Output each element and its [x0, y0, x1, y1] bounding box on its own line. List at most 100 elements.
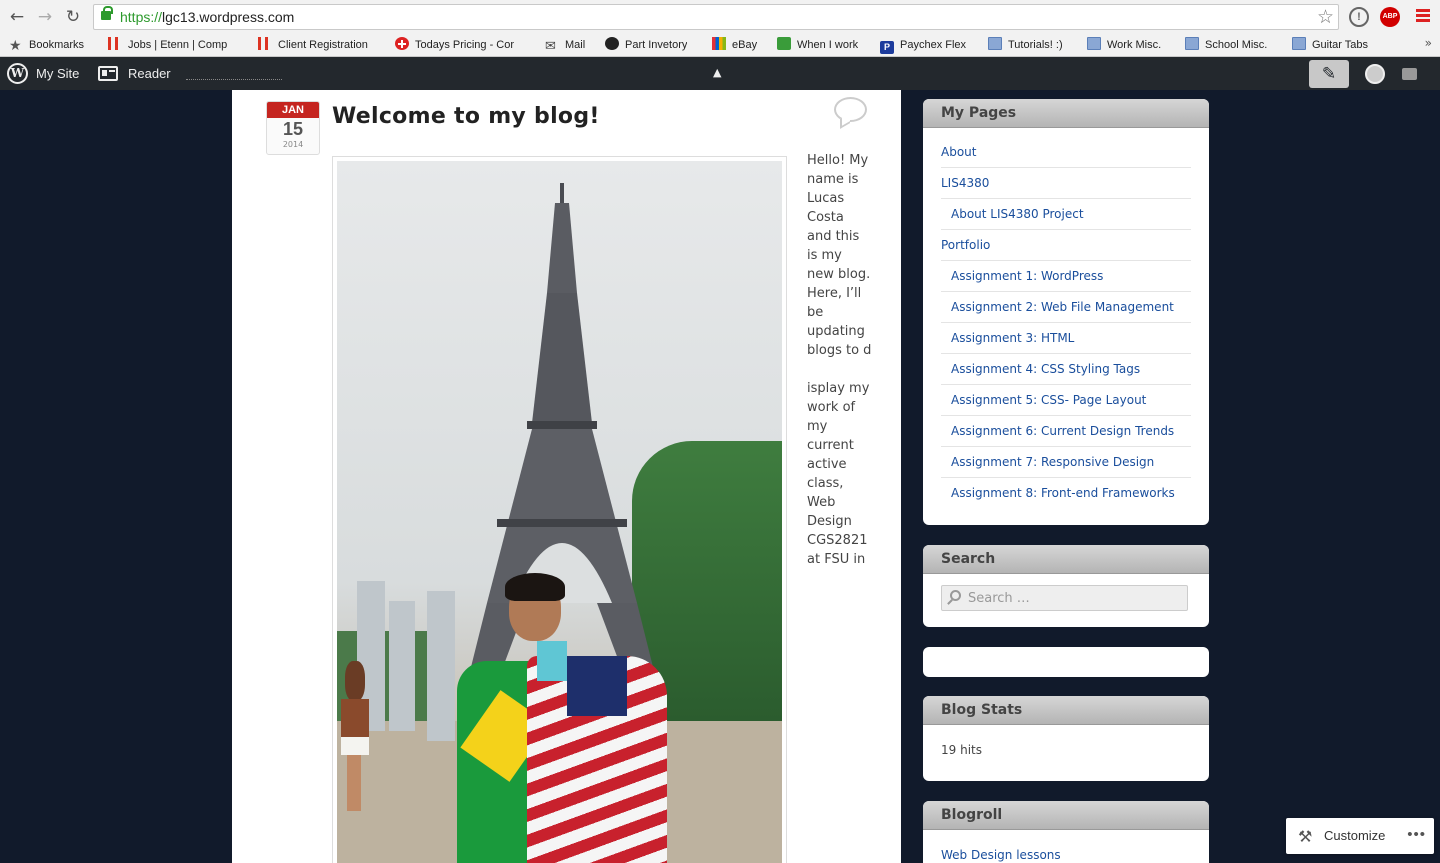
url-scheme: https://: [120, 9, 163, 25]
page-item: Assignment 7: Responsive Design: [941, 447, 1191, 478]
page-link-assignment-8[interactable]: Assignment 8: Front-end Frameworks: [951, 486, 1175, 500]
browser-toolbar: ← → ↻ https://lgc13.wordpress.com ☆ ! AB…: [0, 0, 1440, 34]
bookmark-part-inventory[interactable]: Part Invetory: [605, 37, 687, 54]
bookmark-folder-school[interactable]: School Misc.: [1185, 37, 1267, 54]
bookmark-client-registration[interactable]: Client Registration: [258, 37, 368, 54]
collapse-arrow-icon[interactable]: ▲: [713, 66, 721, 79]
reader-icon[interactable]: [98, 66, 118, 81]
post-title[interactable]: Welcome to my blog!: [332, 104, 600, 129]
post-paragraph: isplay my work of my current active clas…: [807, 381, 870, 567]
customize-button[interactable]: ⚒ Customize •••: [1286, 818, 1434, 854]
page-link-assignment-4[interactable]: Assignment 4: CSS Styling Tags: [951, 362, 1140, 376]
bookmark-label: When I work: [797, 39, 859, 51]
adblock-extension-icon[interactable]: ABP: [1380, 7, 1400, 27]
eiffel-tower-icon: [467, 183, 657, 683]
write-post-icon[interactable]: ✎: [1309, 60, 1349, 88]
back-arrow-icon[interactable]: ←: [6, 6, 28, 28]
post-date-badge: JAN 15 2014: [266, 101, 320, 155]
paychex-icon: P: [880, 41, 894, 54]
ebay-icon: [712, 37, 726, 50]
bookmark-label: Client Registration: [278, 39, 368, 51]
more-options-icon[interactable]: •••: [1407, 826, 1426, 843]
avatar[interactable]: [1365, 64, 1385, 84]
green-list-icon: [777, 37, 791, 50]
bookmark-label: Guitar Tabs: [1312, 39, 1369, 51]
my-site-link[interactable]: My Site: [36, 66, 79, 81]
search-icon: [950, 590, 961, 601]
widget-title: Search: [923, 545, 1209, 574]
bookmark-label: Mail: [565, 39, 586, 51]
page-item: About LIS4380 Project: [941, 199, 1191, 230]
widget-title: Blog Stats: [923, 696, 1209, 725]
comment-bubble-icon[interactable]: [834, 97, 867, 122]
wordpress-logo-icon[interactable]: W: [7, 63, 28, 84]
page-link-assignment-3[interactable]: Assignment 3: HTML: [951, 331, 1074, 345]
bookmark-when-i-work[interactable]: When I work: [777, 37, 858, 54]
url-text[interactable]: https://lgc13.wordpress.com: [120, 9, 294, 25]
bookmark-ebay[interactable]: eBay: [712, 37, 757, 54]
page-item: LIS4380: [941, 168, 1191, 199]
post-photo: [332, 156, 787, 863]
search-input[interactable]: [968, 589, 1178, 607]
photo-person-hair: [505, 573, 565, 601]
bookmarks-bar: ★ Bookmarks Jobs | Etenn | Comp Client Re…: [0, 34, 1440, 57]
bookmark-folder-work[interactable]: Work Misc.: [1087, 37, 1161, 54]
star-icon: ★: [9, 37, 22, 53]
blogroll-link[interactable]: Web Design lessons: [941, 848, 1061, 862]
bars-icon: [258, 37, 272, 50]
post-year: 2014: [282, 140, 304, 149]
widget-title: My Pages: [923, 99, 1209, 128]
usa-flag-canton: [567, 656, 627, 716]
bookmark-folder-tutorials[interactable]: Tutorials! :): [988, 37, 1063, 54]
bookmark-bookmarks[interactable]: ★ Bookmarks: [9, 37, 84, 54]
page-link-assignment-2[interactable]: Assignment 2: Web File Management: [951, 300, 1174, 314]
chrome-menu-icon[interactable]: [1413, 7, 1433, 27]
tools-icon: ⚒: [1298, 829, 1313, 846]
bookmark-todays-pricing[interactable]: Todays Pricing - Cor: [395, 37, 527, 54]
folder-icon: [1292, 37, 1306, 50]
photo-background-person: [337, 661, 377, 811]
page-item: Assignment 2: Web File Management: [941, 292, 1191, 323]
info-extension-icon[interactable]: !: [1349, 7, 1369, 27]
bookmark-star-icon[interactable]: ☆: [1317, 6, 1334, 28]
bookmark-label: Jobs | Etenn | Comp: [128, 39, 228, 51]
notifications-icon[interactable]: [1402, 68, 1417, 80]
reload-icon[interactable]: ↻: [62, 6, 84, 28]
post-month: JAN: [267, 102, 319, 118]
forward-arrow-icon[interactable]: →: [34, 6, 56, 28]
customize-label: Customize: [1324, 828, 1386, 843]
bookmark-jobs[interactable]: Jobs | Etenn | Comp: [108, 37, 240, 54]
bookmark-label: Tutorials! :): [1008, 39, 1063, 51]
red-cross-icon: [395, 37, 409, 50]
bookmarks-overflow-icon[interactable]: »: [1425, 36, 1432, 50]
widget-title: Blogroll: [923, 801, 1209, 830]
eiffel-tower-photo: [337, 161, 782, 863]
mail-icon: ✉: [545, 38, 556, 53]
page-link-about[interactable]: About: [941, 145, 976, 159]
bars-icon: [108, 37, 122, 50]
page-item: Assignment 4: CSS Styling Tags: [941, 354, 1191, 385]
folder-icon: [988, 37, 1002, 50]
search-widget: Search: [923, 545, 1209, 627]
page-item: About: [941, 137, 1191, 168]
bookmark-paychex[interactable]: P Paychex Flex: [880, 37, 966, 54]
address-bar[interactable]: https://lgc13.wordpress.com ☆: [93, 4, 1339, 30]
reader-link[interactable]: Reader: [128, 66, 171, 81]
bookmark-mail[interactable]: ✉ Mail: [545, 37, 585, 54]
page-item: Assignment 8: Front-end Frameworks: [941, 478, 1191, 509]
bookmark-label: eBay: [732, 39, 758, 51]
my-pages-widget: My Pages About LIS4380 About LIS4380 Pro…: [923, 99, 1209, 525]
page-link-assignment-5[interactable]: Assignment 5: CSS- Page Layout: [951, 393, 1146, 407]
folder-icon: [1087, 37, 1101, 50]
page-link-assignment-7[interactable]: Assignment 7: Responsive Design: [951, 455, 1154, 469]
search-field[interactable]: [941, 585, 1188, 611]
page-link-portfolio[interactable]: Portfolio: [941, 238, 990, 252]
page-link-about-project[interactable]: About LIS4380 Project: [951, 207, 1084, 221]
page-link-assignment-1[interactable]: Assignment 1: WordPress: [951, 269, 1103, 283]
folder-icon: [1185, 37, 1199, 50]
bookmark-folder-guitar[interactable]: Guitar Tabs: [1292, 37, 1368, 54]
empty-widget: [923, 647, 1209, 677]
page-link-assignment-6[interactable]: Assignment 6: Current Design Trends: [951, 424, 1174, 438]
page-link-lis4380[interactable]: LIS4380: [941, 176, 989, 190]
bookmark-label: Part Invetory: [625, 39, 688, 51]
